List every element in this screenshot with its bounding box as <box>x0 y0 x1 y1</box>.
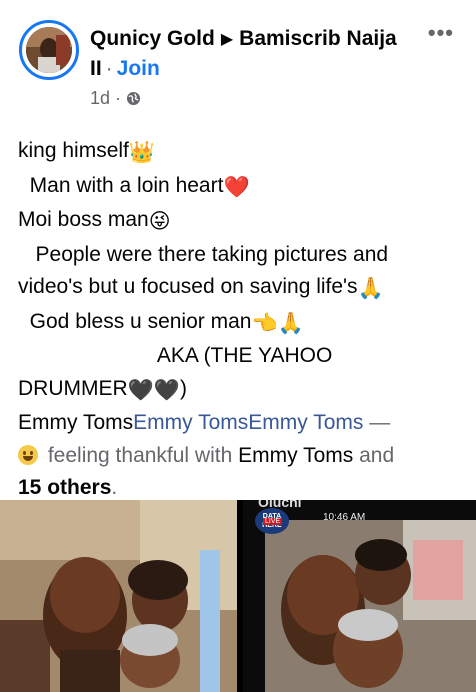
avatar[interactable] <box>26 27 72 73</box>
tagged-user-3[interactable]: Emmy Toms <box>248 411 363 434</box>
feeling-text: feeling thankful with <box>42 443 239 467</box>
join-button[interactable]: Join <box>117 57 160 80</box>
post-title: Qunicy Gold ▶ Bamiscrib Naija II · Join <box>90 24 410 83</box>
smiley-icon <box>18 444 38 465</box>
body-line-5: video's but u focused on saving life's🙏 <box>18 271 463 306</box>
dash-separator: — <box>363 411 391 434</box>
body-text-4: People were there taking pictures and <box>18 242 389 266</box>
and-text: and <box>353 443 395 467</box>
body-line-9: Emmy TomsEmmy TomsEmmy Toms — <box>18 407 463 440</box>
point-pray-emoji: 👈🙏 <box>251 311 304 335</box>
arrow-right-icon: ▶ <box>220 31 234 48</box>
with-user-link[interactable]: Emmy Toms <box>238 444 353 467</box>
meta-separator: · <box>115 88 122 108</box>
author-avatar-ring[interactable] <box>19 20 79 80</box>
post-meta: 1d · <box>90 88 141 109</box>
crown-emoji: 👑 <box>128 141 156 164</box>
separator-dot: · <box>105 57 113 80</box>
body-line-7: AKA (THE YAHOO <box>18 340 463 373</box>
photo-timestamp: 10:46 AM <box>323 512 366 523</box>
photo-left[interactable] <box>0 500 237 692</box>
body-line-6: God bless u senior man👈🙏 <box>18 306 463 341</box>
body-line-1: king himself👑 <box>18 135 463 170</box>
globe-icon[interactable] <box>126 91 141 106</box>
tagged-user-2[interactable]: Emmy Toms <box>133 411 248 434</box>
others-link[interactable]: 15 others <box>18 476 111 499</box>
post-body: king himself👑 Man with a loin heart❤️ Mo… <box>18 135 463 505</box>
live-badge: LIVE <box>263 518 283 525</box>
body-text-5: video's but u focused on saving life's <box>18 275 358 298</box>
pray-emoji: 🙏 <box>357 277 384 300</box>
more-options-button[interactable]: ••• <box>428 20 454 46</box>
body-text-7: AKA (THE YAHOO <box>18 344 333 367</box>
tagged-user-1[interactable]: Emmy Toms <box>18 411 133 434</box>
black-heart-emoji: 🖤🖤 <box>127 378 180 402</box>
period-text: . <box>111 476 118 499</box>
body-line-3: Moi boss man😜 <box>18 204 463 239</box>
wink-tongue-emoji: 😜 <box>148 210 171 233</box>
photo-right[interactable]: Oluchi DATA HERE LIVE 10:46 AM <box>243 500 476 692</box>
body-line-2: Man with a loin heart❤️ <box>18 170 463 205</box>
body-text-6: God bless u senior man <box>18 309 252 333</box>
body-text-1: king himself <box>18 139 129 162</box>
body-text-2: Man with a loin heart <box>18 173 224 197</box>
body-line-10: feeling thankful with Emmy Toms and <box>18 440 463 473</box>
photo-grid: Oluchi DATA HERE LIVE 10:46 AM <box>0 500 476 692</box>
body-line-8: DRUMMER🖤🖤) <box>18 373 463 408</box>
body-text-3: Moi boss man <box>18 208 149 231</box>
body-line-4: People were there taking pictures and <box>18 239 463 272</box>
post-time[interactable]: 1d <box>90 88 110 109</box>
author-name[interactable]: Qunicy Gold <box>90 27 215 50</box>
body-text-8b: ) <box>179 376 187 400</box>
heart-emoji: ❤️ <box>223 175 250 199</box>
post-header: Qunicy Gold ▶ Bamiscrib Naija II · Join 1d ·… <box>0 0 476 120</box>
body-text-8: DRUMMER <box>18 376 128 400</box>
